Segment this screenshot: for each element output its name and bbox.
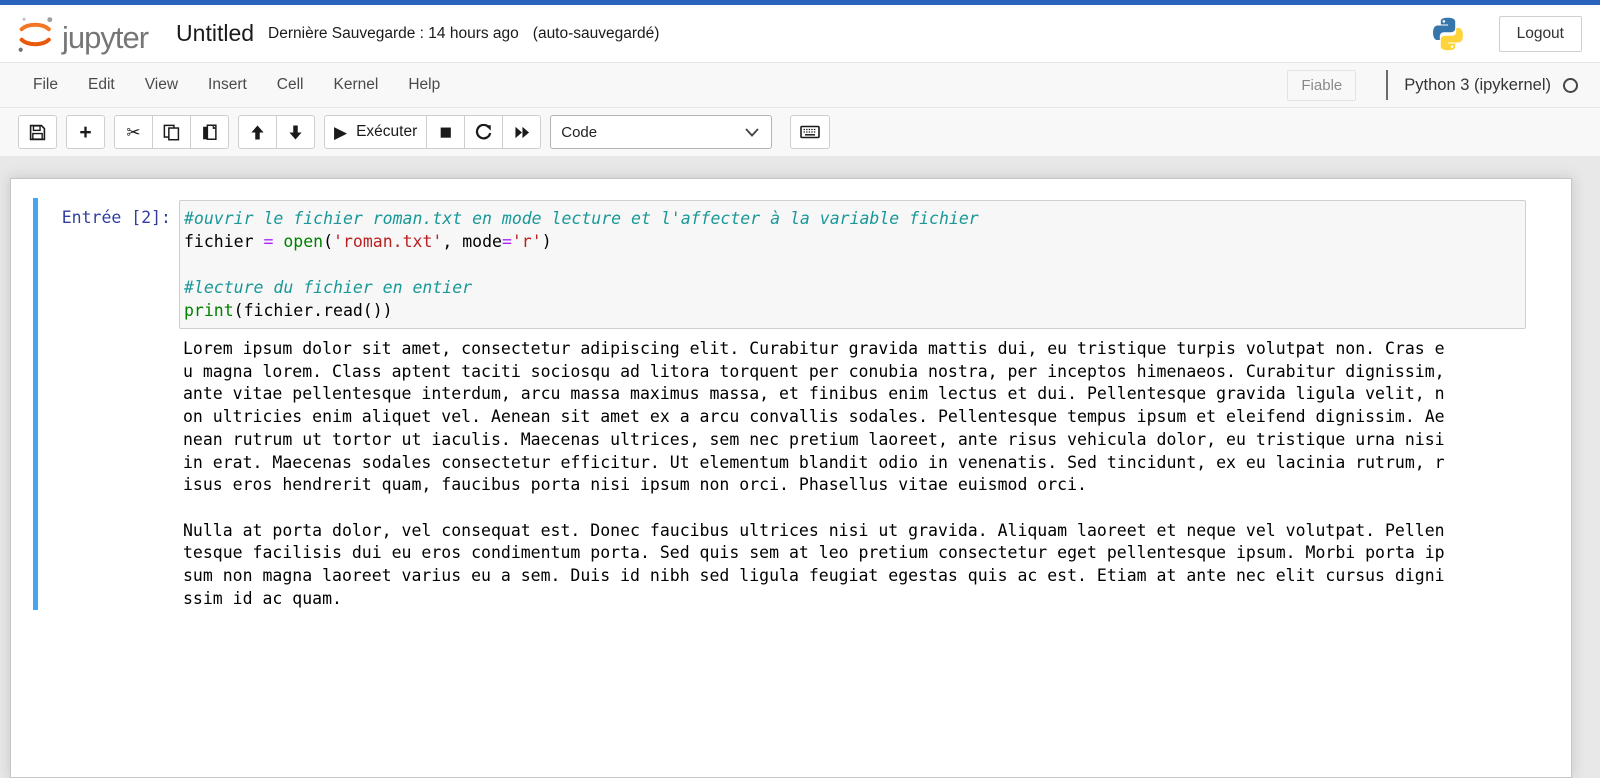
move-cell-down-button[interactable]: [276, 115, 315, 149]
menubar: File Edit View Insert Cell Kernel Help F…: [0, 62, 1600, 108]
python-logo-icon: [1429, 15, 1467, 53]
run-button-label: Exécuter: [356, 123, 418, 140]
menu-kernel[interactable]: Kernel: [319, 64, 394, 106]
kernel-status-icon: [1563, 77, 1578, 93]
save-icon: [29, 124, 46, 141]
notebook-container: Entrée [2]: #ouvrir le fichier roman.txt…: [10, 178, 1572, 778]
input-prompt: Entrée [2]:: [61, 208, 171, 227]
jupyter-logo-text: jupyter: [62, 19, 149, 55]
menu-cell[interactable]: Cell: [262, 64, 319, 106]
paste-icon: [201, 124, 218, 141]
cell-type-select[interactable]: Code: [550, 115, 773, 149]
stop-icon: ■: [439, 120, 453, 144]
kernel-name[interactable]: Python 3 (ipykernel): [1404, 76, 1551, 95]
arrow-down-icon: [288, 124, 303, 140]
restart-kernel-button[interactable]: [464, 115, 504, 149]
run-cell-button[interactable]: ▶ Exécuter: [324, 115, 428, 149]
cut-cell-button[interactable]: ✂: [114, 115, 153, 149]
logout-button[interactable]: Logout: [1498, 15, 1582, 52]
notebook-title[interactable]: Untitled: [176, 20, 254, 47]
keyboard-icon: [800, 124, 821, 140]
arrow-up-icon: [250, 124, 265, 140]
command-palette-button[interactable]: [790, 115, 831, 149]
paste-cell-button[interactable]: [190, 115, 229, 149]
toolbar: + ✂ ▶ Exécuter ■ Code: [0, 108, 1600, 157]
notebook-scroll-area[interactable]: Entrée [2]: #ouvrir le fichier roman.txt…: [0, 157, 1600, 778]
jupyter-logo[interactable]: jupyter: [14, 13, 149, 55]
last-saved-status: Dernière Sauvegarde : 14 hours ago: [268, 24, 519, 42]
jupyter-planet-icon: [14, 13, 56, 55]
trusted-notebook-button[interactable]: Fiable: [1287, 69, 1357, 101]
menu-help[interactable]: Help: [393, 64, 455, 106]
selected-code-cell[interactable]: Entrée [2]: #ouvrir le fichier roman.txt…: [33, 198, 1526, 611]
copy-icon: [163, 124, 180, 141]
kernel-divider: [1386, 70, 1389, 100]
menu-edit[interactable]: Edit: [73, 64, 130, 106]
menu-file[interactable]: File: [18, 64, 73, 106]
move-cell-up-button[interactable]: [238, 115, 277, 149]
cell-output-text: Lorem ipsum dolor sit amet, consectetur …: [183, 339, 1445, 608]
cell-type-value: Code: [561, 123, 598, 141]
play-icon: ▶: [334, 122, 348, 142]
interrupt-kernel-button[interactable]: ■: [426, 115, 466, 149]
menu-view[interactable]: View: [130, 64, 193, 106]
copy-cell-button[interactable]: [152, 115, 191, 149]
restart-icon: [475, 123, 492, 141]
plus-icon: +: [79, 120, 92, 144]
chevron-down-icon: [745, 127, 759, 137]
scissors-icon: ✂: [126, 122, 141, 142]
save-button[interactable]: [18, 115, 57, 149]
add-cell-button[interactable]: +: [66, 115, 105, 149]
restart-run-all-button[interactable]: [502, 115, 542, 149]
output-prompt-spacer: [38, 338, 179, 346]
fast-forward-icon: [514, 125, 530, 140]
menu-insert[interactable]: Insert: [193, 64, 262, 106]
autosave-status: (auto-sauvegardé): [532, 24, 660, 42]
code-editor[interactable]: #ouvrir le fichier roman.txt en mode lec…: [179, 200, 1526, 329]
header: jupyter Untitled Dernière Sauvegarde : 1…: [0, 5, 1600, 62]
